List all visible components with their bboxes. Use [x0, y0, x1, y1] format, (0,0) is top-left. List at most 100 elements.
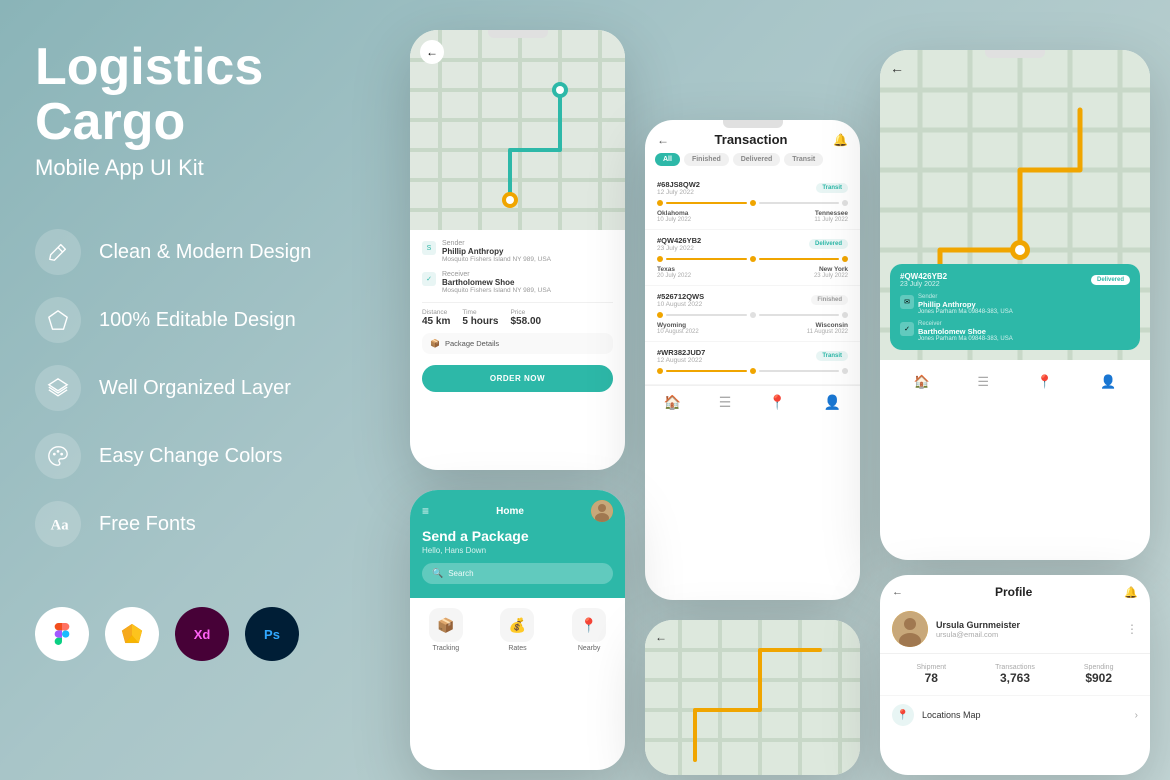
- layers-icon: [35, 365, 81, 411]
- feature-editable-label: 100% Editable Design: [99, 309, 296, 332]
- back-button-p5[interactable]: ←: [655, 630, 667, 644]
- bottom-nav-p3: 🏠 ☰ 📍 👤: [890, 368, 1140, 396]
- search-bar[interactable]: 🔍 Search: [422, 563, 613, 584]
- shipment-label: Shipment: [917, 664, 947, 671]
- order-now-button[interactable]: ORDER NOW: [422, 365, 613, 392]
- menu-nav-p3[interactable]: ☰: [977, 374, 989, 390]
- tracking-label: Tracking: [433, 645, 460, 652]
- feature-fonts-label: Free Fonts: [99, 513, 196, 536]
- feature-colors: Easy Change Colors: [35, 433, 345, 479]
- nearby-icon-item[interactable]: 📍 Nearby: [572, 608, 606, 652]
- price-value: $58.00: [510, 316, 541, 327]
- shipment-stat: Shipment 78: [917, 664, 947, 685]
- delivered-badge: Delivered: [1091, 275, 1130, 285]
- tracking-icon: 📦: [429, 608, 463, 642]
- tx-date: 23 July 2022: [657, 245, 701, 252]
- back-button-p3[interactable]: ←: [890, 60, 904, 76]
- app-title: Logistics Cargo Mobile App UI Kit: [35, 40, 345, 229]
- profile-nav-icon[interactable]: 👤: [824, 394, 841, 411]
- locations-map-label: Locations Map: [922, 710, 1127, 720]
- tracking-icon-item[interactable]: 📦 Tracking: [429, 608, 463, 652]
- package-details: 📦 Package Details: [422, 333, 613, 354]
- profile-nav-p3[interactable]: 👤: [1100, 374, 1116, 390]
- transaction-row: #WR382JUD7 12 August 2022 Transit: [645, 342, 860, 385]
- back-button[interactable]: ←: [420, 40, 444, 64]
- left-panel: Logistics Cargo Mobile App UI Kit Clean …: [0, 0, 380, 780]
- home-nav-icon[interactable]: 🏠: [664, 394, 681, 411]
- feature-editable: 100% Editable Design: [35, 297, 345, 343]
- receiver-icon: ✓: [422, 272, 436, 286]
- quick-actions: 📦 Tracking 💰 Rates 📍 Nearby: [410, 598, 625, 658]
- feature-layers-label: Well Organized Layer: [99, 377, 291, 400]
- phone3-bottom: 🏠 ☰ 📍 👤: [880, 360, 1150, 404]
- card-date: 23 July 2022: [900, 281, 947, 288]
- small-map-view: ←: [645, 620, 860, 775]
- features-list: Clean & Modern Design 100% Editable Desi…: [35, 229, 345, 547]
- xd-icon: Xd: [175, 607, 229, 661]
- search-placeholder: Search: [448, 569, 473, 578]
- mockups-area: ← S Sender Phillip Anthropy Mosquito Fis…: [390, 0, 1170, 780]
- tab-transit[interactable]: Transit: [784, 153, 823, 166]
- tx-id: #WR382JUD7: [657, 348, 705, 357]
- receiver-name-p3: Bartholomew Shoe: [918, 327, 1013, 336]
- home-nav-p3[interactable]: 🏠: [914, 374, 930, 390]
- wand-icon: [35, 229, 81, 275]
- phone-transactions: ← Transaction 🔔 All Finished Delivered T…: [645, 120, 860, 600]
- location-map-icon: 📍: [892, 704, 914, 726]
- receiver-addr: Mosquito Fishers Island NY 989, USA: [442, 287, 551, 294]
- more-icon[interactable]: ⋮: [1126, 622, 1138, 636]
- feature-layers: Well Organized Layer: [35, 365, 345, 411]
- receiver-addr-p3: Jones Parham Ma 09848-383, USA: [918, 336, 1013, 342]
- back-button-p6[interactable]: ←: [892, 586, 903, 598]
- search-icon-p4: 🔍: [432, 568, 443, 579]
- transaction-tabs: All Finished Delivered Transit: [645, 153, 860, 174]
- spending-stat: Spending $902: [1084, 664, 1114, 685]
- diamond-icon: [35, 297, 81, 343]
- menu-icon-p4[interactable]: ≡: [422, 504, 429, 518]
- bottom-nav: 🏠 ☰ 📍 👤: [645, 385, 860, 419]
- bell-icon: 🔔: [833, 133, 848, 147]
- tx-id: #68JS8QW2: [657, 180, 700, 189]
- transactions-stat: Transactions 3,763: [995, 664, 1035, 685]
- location-nav-p3[interactable]: 📍: [1036, 374, 1052, 390]
- route-details: S Sender Phillip Anthropy Mosquito Fishe…: [410, 230, 625, 402]
- tab-finished[interactable]: Finished: [684, 153, 729, 166]
- rates-icon-item[interactable]: 💰 Rates: [500, 608, 534, 652]
- profile-title: Profile: [903, 585, 1124, 599]
- sender-icon-p3: ✉: [900, 295, 914, 309]
- progress-bar: [657, 368, 848, 374]
- time-value: 5 hours: [462, 316, 498, 327]
- profile-header: ← Profile 🔔: [880, 575, 1150, 605]
- tab-delivered[interactable]: Delivered: [733, 153, 781, 166]
- app-title-line1: Logistics: [35, 38, 263, 96]
- figma-icon: [35, 607, 89, 661]
- phone-map-detail: ← #QW426YB2 23 July 2022 Delivered ✉ Sen…: [880, 50, 1150, 560]
- card-id: #QW426YB2: [900, 272, 947, 281]
- map-detail-view: ← #QW426YB2 23 July 2022 Delivered ✉ Sen…: [880, 50, 1150, 360]
- app-subtitle: Mobile App UI Kit: [35, 155, 345, 181]
- locations-map-menu[interactable]: 📍 Locations Map ›: [880, 695, 1150, 734]
- text-icon: Aa: [35, 501, 81, 547]
- phone-home: ≡ Home Send a Package Hello, Hans Down 🔍…: [410, 490, 625, 770]
- home-title: Home: [496, 506, 524, 517]
- progress-bar: [657, 256, 848, 262]
- receiver-label: Receiver: [442, 271, 551, 278]
- receiver-name: Bartholomew Shoe: [442, 278, 551, 287]
- menu-nav-icon[interactable]: ☰: [719, 394, 732, 411]
- delivery-card: #QW426YB2 23 July 2022 Delivered ✉ Sende…: [890, 264, 1140, 350]
- profile-avatar: [892, 611, 928, 647]
- location-nav-icon[interactable]: 📍: [769, 394, 786, 411]
- profile-email: ursula@email.com: [936, 630, 1020, 639]
- progress-bar: [657, 312, 848, 318]
- transaction-row: #526712QWS 10 August 2022 Finished Wyomi…: [645, 286, 860, 342]
- nearby-label: Nearby: [578, 645, 601, 652]
- tx-date: 12 August 2022: [657, 357, 705, 364]
- subtext: Hello, Hans Down: [422, 546, 613, 555]
- distance-label: Distance: [422, 309, 450, 316]
- tab-all[interactable]: All: [655, 153, 680, 166]
- bell-icon-p6: 🔔: [1124, 586, 1138, 599]
- back-button-tx[interactable]: ←: [657, 133, 669, 147]
- home-header: ≡ Home Send a Package Hello, Hans Down 🔍…: [410, 490, 625, 598]
- spending-label: Spending: [1084, 664, 1114, 671]
- status-badge: Transit: [816, 351, 848, 361]
